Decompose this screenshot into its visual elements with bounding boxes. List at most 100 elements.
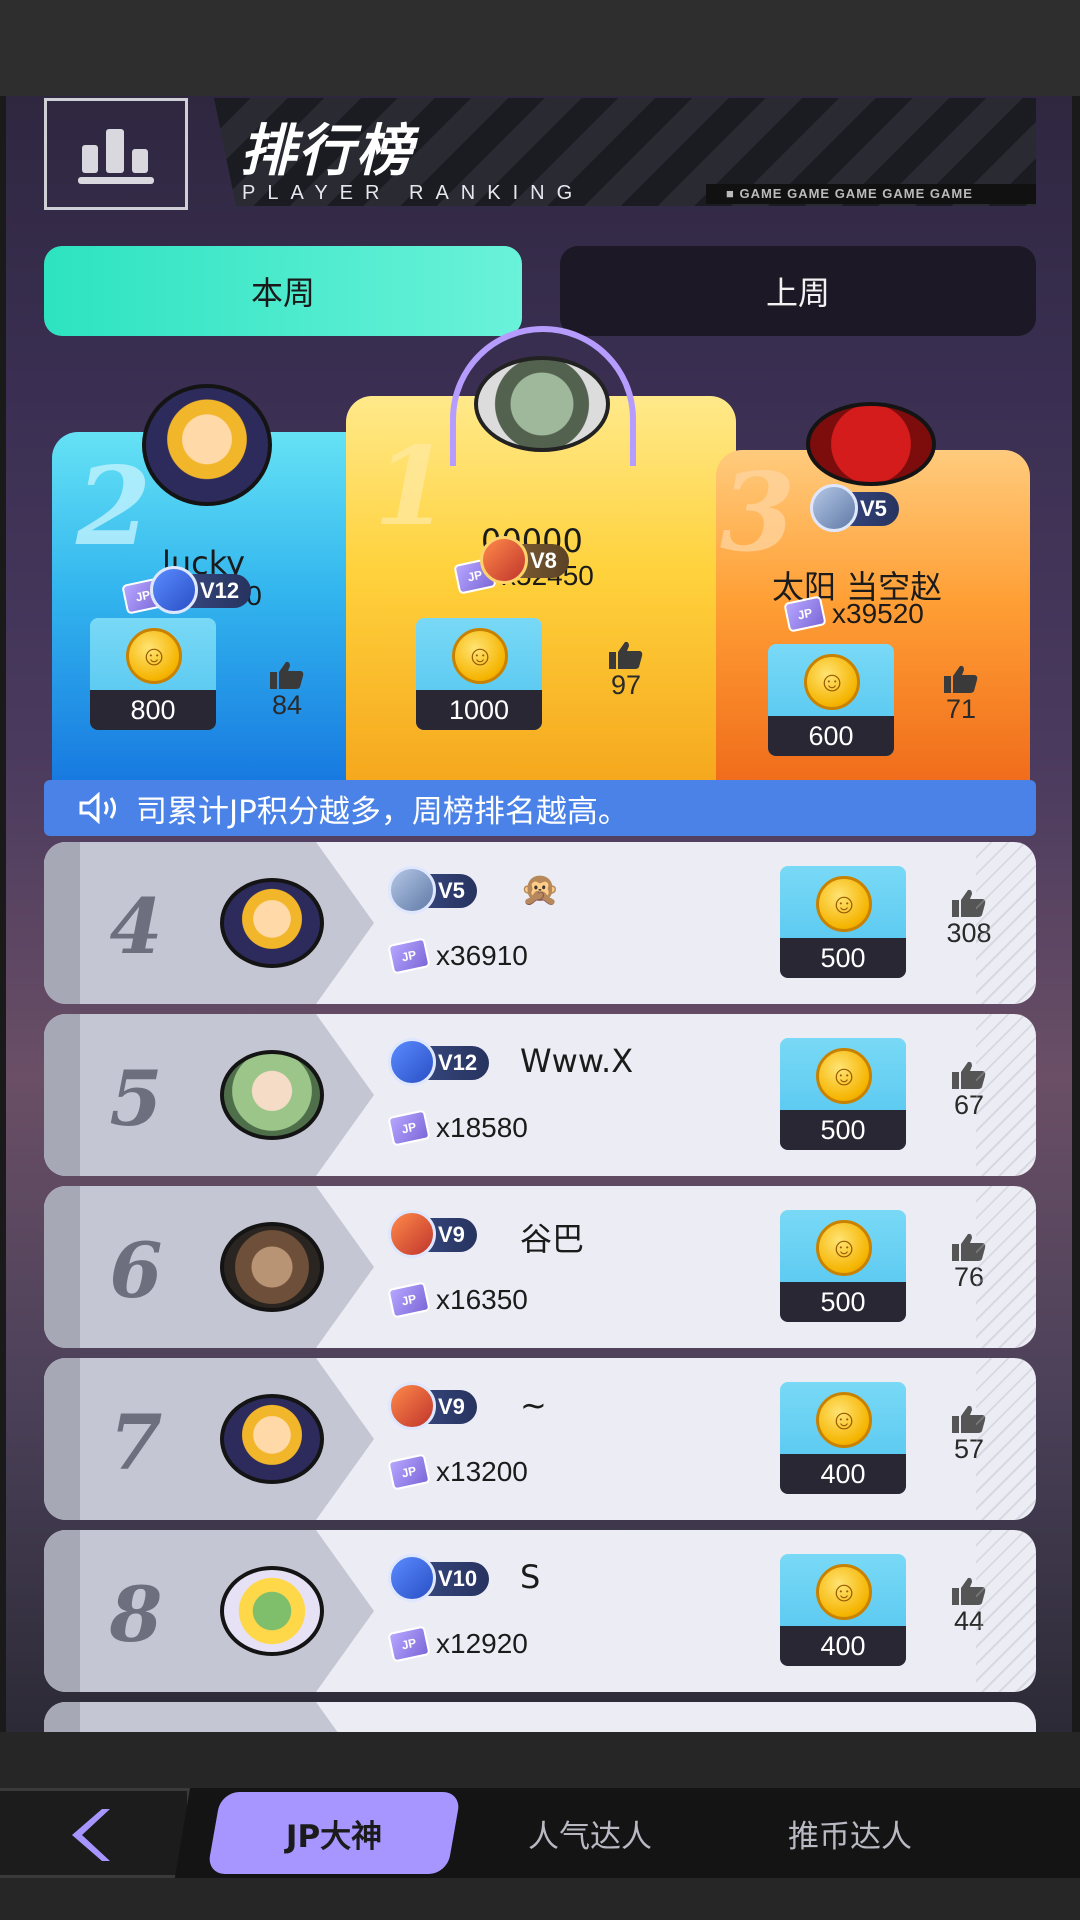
nav-tab-popular[interactable]: 人气达人 (480, 1788, 700, 1878)
vip-level-icon (388, 866, 436, 914)
coin-reward: ☺ 500 (780, 1038, 906, 1150)
jp-ticket-icon: JP (387, 1453, 431, 1491)
vip-badge: V8 (480, 536, 569, 584)
vip-badge: V10 (388, 1554, 490, 1602)
jp-score: JP x13200 (387, 1453, 528, 1491)
podium-rank: 3 (720, 450, 796, 576)
vip-badge: V5 (388, 866, 477, 914)
nav-tab-jp-master[interactable]: JP大神 (206, 1792, 462, 1874)
rank-column (44, 1358, 374, 1520)
rule-notice: 司累计JP积分越多，周榜排名越高。 (44, 780, 1036, 836)
rank-column (44, 842, 374, 1004)
coin-reward: ☺ 1000 (416, 618, 542, 730)
table-row[interactable]: 8 V10 S JP x12920 ☺ 400 44 (44, 1530, 1036, 1692)
nav-tab-label: JP大神 (285, 1818, 383, 1855)
coin-reward: ☺ 400 (780, 1382, 906, 1494)
rank-column (44, 1186, 374, 1348)
bar-chart-icon (78, 129, 154, 184)
jp-value: x16350 (436, 1284, 528, 1315)
vip-badge: V9 (388, 1382, 477, 1430)
thumbs-up-icon (609, 641, 643, 669)
coin-value: 400 (780, 1454, 906, 1494)
jp-value: x12920 (436, 1628, 528, 1659)
avatar[interactable] (806, 402, 936, 486)
jp-value: x18580 (436, 1112, 528, 1143)
like-button[interactable]: 97 (591, 640, 661, 701)
ranking-logo (44, 98, 188, 210)
rank-column (44, 1702, 374, 1732)
jp-ticket-icon: JP (387, 1109, 431, 1147)
ranking-panel: 排行榜 PLAYER RANKING ■ GAME GAME GAME GAME… (0, 96, 1080, 1732)
rank-column (44, 1530, 374, 1692)
table-row[interactable]: 6 V9 谷巴 JP x16350 ☺ 500 76 (44, 1186, 1036, 1348)
jp-score: JP x12920 (387, 1625, 528, 1663)
rank-column (44, 1014, 374, 1176)
player-name: 谷巴 (520, 1220, 585, 1258)
coin-icon: ☺ (816, 1392, 872, 1448)
tab-this-week[interactable]: 本周 (44, 246, 522, 336)
podium-rank: 1 (374, 424, 450, 550)
jp-score: JP x36910 (387, 937, 528, 975)
table-row[interactable]: 5 V12 Www.X JP x18580 ☺ 500 67 (44, 1014, 1036, 1176)
jp-ticket-icon: JP (387, 1625, 431, 1663)
jp-value: x13200 (436, 1456, 528, 1487)
coin-value: 800 (90, 690, 216, 730)
coin-value: 500 (780, 1282, 906, 1322)
thumbs-up-icon (270, 661, 304, 689)
back-arrow-icon (72, 1809, 110, 1861)
vip-level: V9 (438, 1222, 465, 1247)
jp-ticket-icon: JP (783, 595, 827, 633)
nav-tab-coin-push[interactable]: 推币达人 (740, 1788, 960, 1878)
jp-value: x39520 (832, 598, 924, 629)
vip-level-icon (480, 536, 528, 584)
coin-value: 1000 (416, 690, 542, 730)
back-button[interactable] (0, 1788, 190, 1878)
row-decoration (976, 1186, 1036, 1348)
vip-level-icon (388, 1038, 436, 1086)
headphone-frame (450, 326, 636, 466)
coin-reward: ☺ 400 (780, 1554, 906, 1666)
like-button[interactable]: 71 (926, 664, 996, 725)
row-rank: 4 (109, 882, 163, 971)
coin-reward: ☺ 500 (780, 866, 906, 978)
avatar[interactable] (220, 878, 324, 968)
jp-score: JP x39520 (783, 595, 924, 633)
like-count: 71 (945, 694, 977, 724)
bottom-nav: JP大神 人气达人 推币达人 (0, 1732, 1080, 1920)
table-row-partial[interactable] (44, 1702, 1036, 1732)
avatar[interactable] (220, 1050, 324, 1140)
jp-score: JP x18580 (387, 1109, 528, 1147)
player-name: 🙊 (520, 870, 560, 908)
vip-level: V12 (200, 578, 240, 603)
avatar[interactable] (220, 1394, 324, 1484)
table-row[interactable]: 7 V9 ~ JP x13200 ☺ 400 57 (44, 1358, 1036, 1520)
row-rank: 6 (109, 1226, 163, 1315)
vip-level: V9 (438, 1394, 465, 1419)
vip-badge: V12 (388, 1038, 490, 1086)
table-row[interactable]: 4 V5 🙊 JP x36910 ☺ 500 308 (44, 842, 1036, 1004)
page-subtitle: PLAYER RANKING (242, 182, 585, 204)
coin-icon: ☺ (452, 628, 508, 684)
vip-level: V12 (438, 1050, 478, 1075)
coin-reward: ☺ 800 (90, 618, 216, 730)
tab-last-week[interactable]: 上周 (560, 246, 1036, 336)
coin-icon: ☺ (816, 1048, 872, 1104)
vip-badge: V5 (810, 484, 899, 532)
row-decoration (976, 1530, 1036, 1692)
vip-level: V8 (530, 548, 557, 573)
vip-level: V5 (438, 878, 465, 903)
avatar[interactable] (142, 384, 272, 506)
game-strip: ■ GAME GAME GAME GAME GAME (706, 184, 1036, 204)
jp-value: x36910 (436, 940, 528, 971)
avatar[interactable] (220, 1566, 324, 1656)
coin-reward: ☺ 500 (780, 1210, 906, 1322)
speaker-icon (79, 792, 116, 824)
row-decoration (976, 842, 1036, 1004)
like-button[interactable]: 84 (252, 660, 322, 721)
coin-icon: ☺ (816, 876, 872, 932)
vip-level-icon (388, 1382, 436, 1430)
avatar[interactable] (220, 1222, 324, 1312)
coin-value: 500 (780, 938, 906, 978)
coin-icon: ☺ (816, 1220, 872, 1276)
like-count: 97 (610, 670, 642, 700)
